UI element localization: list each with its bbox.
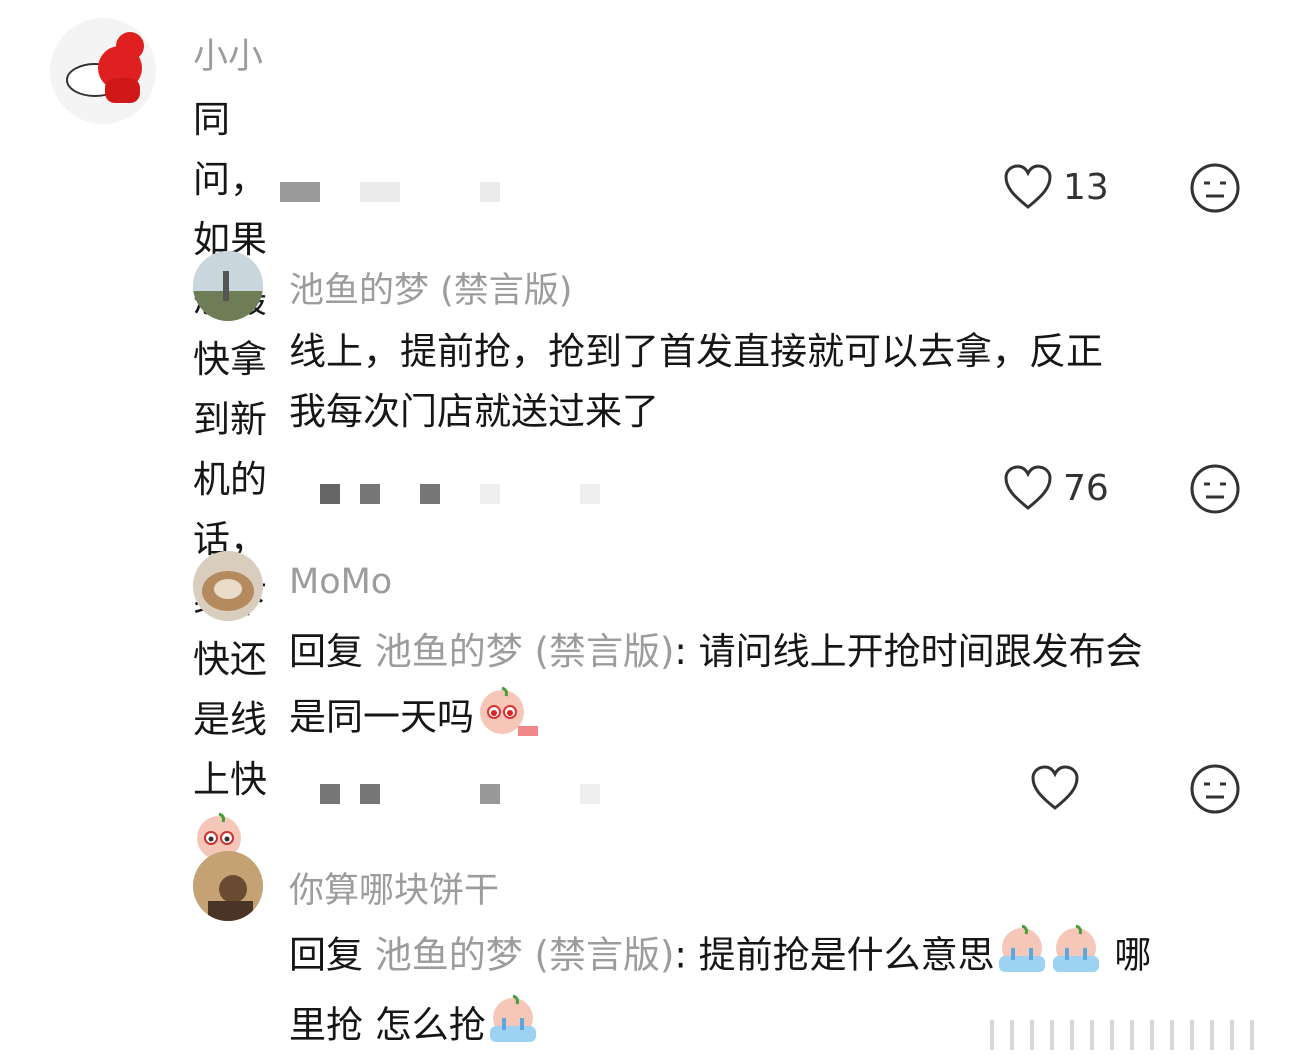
- meh-face-icon: [1190, 464, 1240, 514]
- avatar[interactable]: [193, 551, 263, 621]
- comment-body-line-2: 是同一天吗: [289, 695, 474, 739]
- username[interactable]: MoMo: [289, 562, 392, 602]
- comment-body-line-2: 我每次门店就送过来了: [289, 390, 659, 433]
- reply-prefix: 回复: [289, 630, 363, 673]
- like-button[interactable]: 76: [1003, 464, 1109, 512]
- comment-body: 同问，如果想最快拿到新机的话，线下快还是线上快: [193, 98, 267, 801]
- watermark: [970, 1000, 1290, 1060]
- comment-body-line-1-tail: 哪: [1102, 933, 1152, 977]
- reply-prefix: 回复: [289, 933, 363, 977]
- comment-meta: [320, 784, 620, 808]
- like-button[interactable]: 13: [1003, 163, 1109, 211]
- meh-face-icon: [1190, 764, 1240, 814]
- comment-text: 线上，提前抢，抢到了首发直接就可以去拿，反正 我每次门店就送过来了: [289, 322, 1239, 442]
- username[interactable]: 小小: [193, 28, 263, 79]
- comment-text: 同问，如果想最快拿到新机的话，线下快还是线上快: [193, 90, 267, 880]
- crying-peach-emoji-icon: [1049, 922, 1103, 992]
- comment-body-line-2: 里抢 怎么抢: [289, 1003, 486, 1047]
- like-count: 13: [1063, 166, 1109, 208]
- dislike-button[interactable]: [1189, 763, 1241, 819]
- comment-body-line-1: : 提前抢是什么意思: [674, 933, 995, 977]
- avatar[interactable]: [193, 851, 263, 921]
- username[interactable]: 池鱼的梦 (禁言版): [289, 262, 572, 313]
- heart-icon: [1031, 765, 1079, 810]
- crying-peach-emoji-icon: [995, 922, 1049, 992]
- username[interactable]: 你算哪块饼干: [289, 862, 499, 913]
- reply-target-user[interactable]: 池鱼的梦 (禁言版): [375, 934, 675, 977]
- avatar[interactable]: [50, 18, 156, 124]
- crying-peach-emoji-icon: [486, 992, 540, 1062]
- heart-icon: [1004, 164, 1052, 209]
- meh-face-icon: [1190, 163, 1240, 213]
- comment-text: 回复 池鱼的梦 (禁言版): 请问线上开抢时间跟发布会 是同一天吗: [289, 622, 1249, 756]
- comment-meta: [280, 182, 520, 206]
- dislike-button[interactable]: [1189, 162, 1241, 218]
- comment-meta: [320, 484, 620, 508]
- like-button[interactable]: [1030, 764, 1080, 812]
- comment-body-line-1: 线上，提前抢，抢到了首发直接就可以去拿，反正: [289, 330, 1103, 373]
- avatar[interactable]: [193, 251, 263, 321]
- dislike-button[interactable]: [1189, 463, 1241, 519]
- like-count: 76: [1063, 467, 1109, 509]
- pleading-peach-emoji-icon: [474, 682, 538, 756]
- reply-target-user[interactable]: 池鱼的梦 (禁言版): [375, 630, 675, 673]
- comment-body-line-1: : 请问线上开抢时间跟发布会: [674, 630, 1143, 673]
- heart-icon: [1004, 465, 1052, 510]
